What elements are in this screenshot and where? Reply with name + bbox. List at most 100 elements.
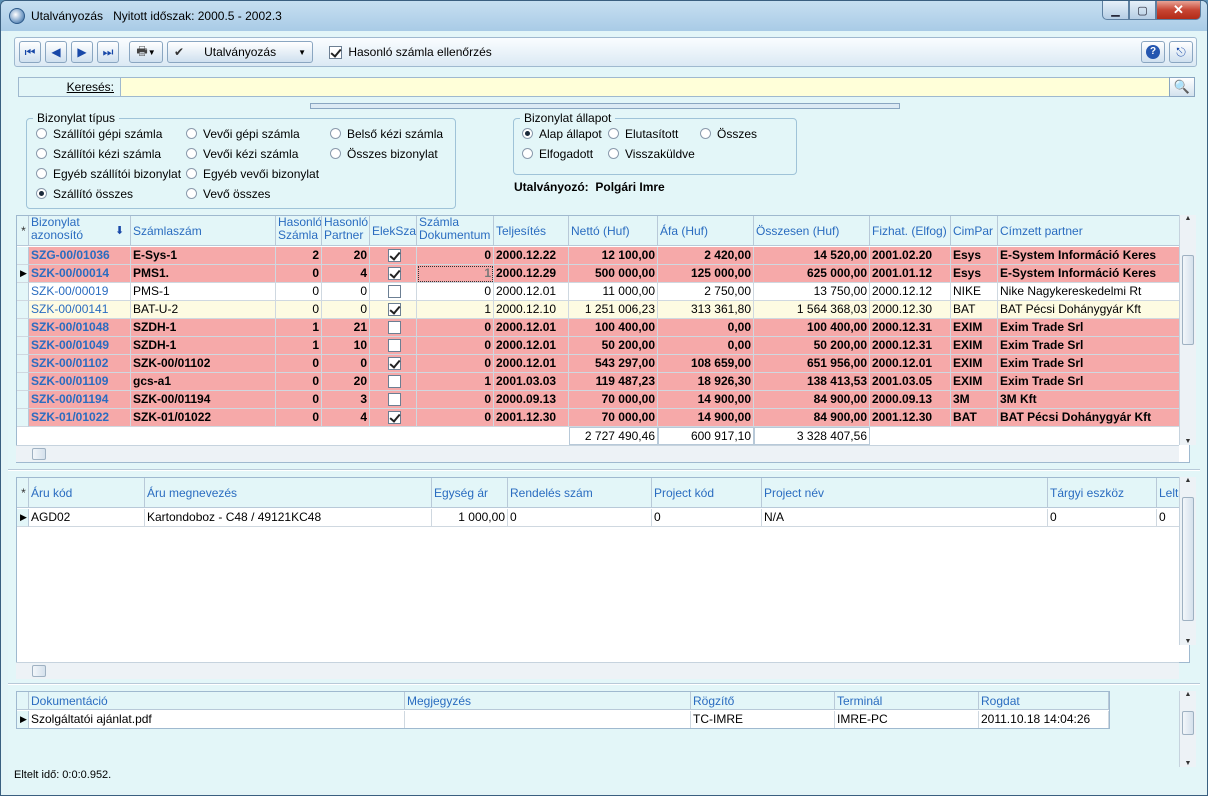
item-grid-hthumb[interactable] [32, 665, 46, 677]
approve-dropdown[interactable]: ✔ Utalványozás ▼ [167, 41, 313, 63]
column-header[interactable]: Dokumentáció [29, 692, 405, 710]
table-row[interactable]: SZK-00/01102 SZK-00/01102 0 0 0 2000.12.01 543… [17, 355, 1189, 373]
invoice-grid-vscroll[interactable]: ▲ ▼ [1179, 215, 1196, 445]
column-header[interactable]: Rogdat [979, 692, 1109, 710]
radio-button[interactable] [608, 128, 619, 139]
column-header[interactable]: Egység ár [432, 478, 508, 508]
document-grid-vscroll[interactable]: ▲ ▼ [1179, 691, 1196, 767]
radio-button[interactable] [186, 188, 197, 199]
column-header[interactable]: Összesen (Huf) [754, 216, 870, 246]
next-record-button[interactable]: ▶ [71, 41, 93, 63]
radio-button[interactable] [186, 128, 197, 139]
column-header[interactable]: Nettó (Huf) [569, 216, 658, 246]
select-all-header[interactable]: * [17, 216, 29, 246]
search-input[interactable] [123, 78, 1168, 96]
column-header[interactable]: CimPar [951, 216, 998, 246]
radio-button[interactable] [522, 148, 533, 159]
row-header[interactable] [17, 337, 29, 355]
table-row[interactable]: SZK-00/01194 SZK-00/01194 0 3 0 2000.09.13 70 … [17, 391, 1189, 409]
help-button[interactable]: ? [1141, 41, 1165, 63]
sort-arrow-icon[interactable]: ⬇ [115, 224, 124, 237]
scroll-down-icon[interactable]: ▼ [1180, 638, 1196, 645]
doc-type-option[interactable]: Szállító összes [36, 187, 133, 201]
column-header[interactable]: Project kód [652, 478, 762, 508]
scroll-down-icon[interactable]: ▼ [1180, 760, 1196, 767]
column-header[interactable]: Hasonló Számla [276, 216, 322, 246]
item-grid-vthumb[interactable] [1182, 497, 1194, 621]
maximize-button[interactable]: ▢ [1129, 1, 1156, 20]
doc-state-option[interactable]: Elfogadott [522, 147, 593, 161]
scroll-up-icon[interactable]: ▲ [1180, 691, 1196, 698]
table-row[interactable]: SZK-00/01049 SZDH-1 1 10 0 2000.12.01 50 200,0… [17, 337, 1189, 355]
doc-type-option[interactable]: Vevői gépi számla [186, 127, 300, 141]
row-header[interactable] [17, 355, 29, 373]
scroll-down-icon[interactable]: ▼ [1180, 438, 1196, 445]
table-row[interactable]: ▶ AGD02 Kartondoboz - C48 / 49121KC48 1 000… [17, 509, 1189, 527]
table-row[interactable]: ▶ Szolgáltatói ajánlat.pdf TC-IMRE IMRE-PC 2… [17, 711, 1109, 728]
column-header[interactable]: Terminál [835, 692, 979, 710]
radio-button[interactable] [36, 168, 47, 179]
column-header[interactable]: Áru megnevezés [145, 478, 432, 508]
doc-type-option[interactable]: Vevő összes [186, 187, 270, 201]
doc-type-option[interactable]: Szállítói gépi számla [36, 127, 162, 141]
table-row[interactable]: SZG-00/01036 E-Sys-1 2 20 0 2000.12.22 12 100,… [17, 247, 1189, 265]
elek-checkbox[interactable] [388, 357, 401, 371]
doc-type-option[interactable]: Vevői kézi számla [186, 147, 298, 161]
row-header[interactable]: ▶ [17, 509, 29, 527]
doc-type-option[interactable]: Szállítói kézi számla [36, 147, 161, 161]
column-header[interactable]: Hasonló Partner [322, 216, 370, 246]
column-header[interactable]: Áfa (Huf) [658, 216, 754, 246]
elek-checkbox[interactable] [388, 411, 401, 425]
row-header[interactable] [17, 391, 29, 409]
document-grid-vthumb[interactable] [1182, 711, 1194, 735]
row-header[interactable]: ▶ [17, 711, 29, 728]
column-header[interactable]: Rögzítő [691, 692, 835, 710]
elek-checkbox[interactable] [388, 339, 401, 353]
search-button[interactable]: 🔍 [1169, 77, 1195, 97]
row-header[interactable] [17, 247, 29, 265]
scroll-up-icon[interactable]: ▲ [1180, 477, 1196, 484]
doc-state-option[interactable]: Elutasított [608, 127, 678, 141]
close-button[interactable]: ✕ [1156, 1, 1201, 20]
first-record-button[interactable]: ⏮ [19, 41, 41, 63]
doc-type-option[interactable]: Egyéb vevői bizonylat [186, 167, 319, 181]
elek-checkbox[interactable] [388, 321, 401, 335]
select-all-header[interactable]: * [17, 478, 29, 508]
column-header[interactable]: Áru kód [29, 478, 145, 508]
elek-checkbox[interactable] [388, 267, 401, 281]
elek-checkbox[interactable] [388, 303, 401, 317]
elek-checkbox[interactable] [388, 375, 401, 389]
column-header[interactable]: Rendelés szám [508, 478, 652, 508]
column-header[interactable]: Teljesítés [494, 216, 569, 246]
column-header[interactable]: Tárgyi eszköz [1048, 478, 1157, 508]
row-header[interactable]: ▶ [17, 265, 29, 283]
similar-invoice-checkbox[interactable] [329, 46, 342, 60]
radio-button[interactable] [36, 188, 47, 199]
invoice-grid-hscroll[interactable] [16, 445, 1179, 462]
doc-type-option[interactable]: Összes bizonylat [330, 147, 438, 161]
row-header[interactable] [17, 409, 29, 427]
column-header[interactable]: Számla Dokumentum [417, 216, 494, 246]
table-row[interactable]: SZK-00/00141 BAT-U-2 0 0 1 2000.12.10 1 251 00… [17, 301, 1189, 319]
column-header[interactable]: Project név [762, 478, 1048, 508]
radio-button[interactable] [330, 128, 341, 139]
invoice-grid-vthumb[interactable] [1182, 255, 1194, 345]
column-header[interactable]: Számlaszám [131, 216, 276, 246]
column-header[interactable]: Címzett partner [998, 216, 1181, 246]
column-header[interactable]: Fizhat. (Elfog) [870, 216, 951, 246]
exit-button[interactable]: ⎋ [1169, 41, 1193, 63]
row-header[interactable] [17, 301, 29, 319]
table-row[interactable]: SZK-01/01022 SZK-01/01022 0 4 0 2001.12.30 70 … [17, 409, 1189, 427]
item-grid-vscroll[interactable]: ▲ ▼ [1179, 477, 1196, 645]
elek-checkbox[interactable] [388, 285, 401, 299]
radio-button[interactable] [330, 148, 341, 159]
doc-type-option[interactable]: Belső kézi számla [330, 127, 443, 141]
row-header[interactable] [17, 283, 29, 301]
row-header[interactable] [17, 373, 29, 391]
row-header[interactable] [17, 319, 29, 337]
similar-invoice-check[interactable]: Hasonló számla ellenőrzés [329, 45, 492, 60]
table-row[interactable]: SZK-00/00019 PMS-1 0 0 0 2000.12.01 11 000,00 2… [17, 283, 1189, 301]
filter-panel-splitter[interactable] [310, 103, 900, 109]
table-row[interactable]: ▶ SZK-00/00014 PMS1. 0 4 1 2000.12.29 500 000,0… [17, 265, 1189, 283]
table-row[interactable]: SZK-00/01109 gcs-a1 0 20 1 2001.03.03 119 487,… [17, 373, 1189, 391]
